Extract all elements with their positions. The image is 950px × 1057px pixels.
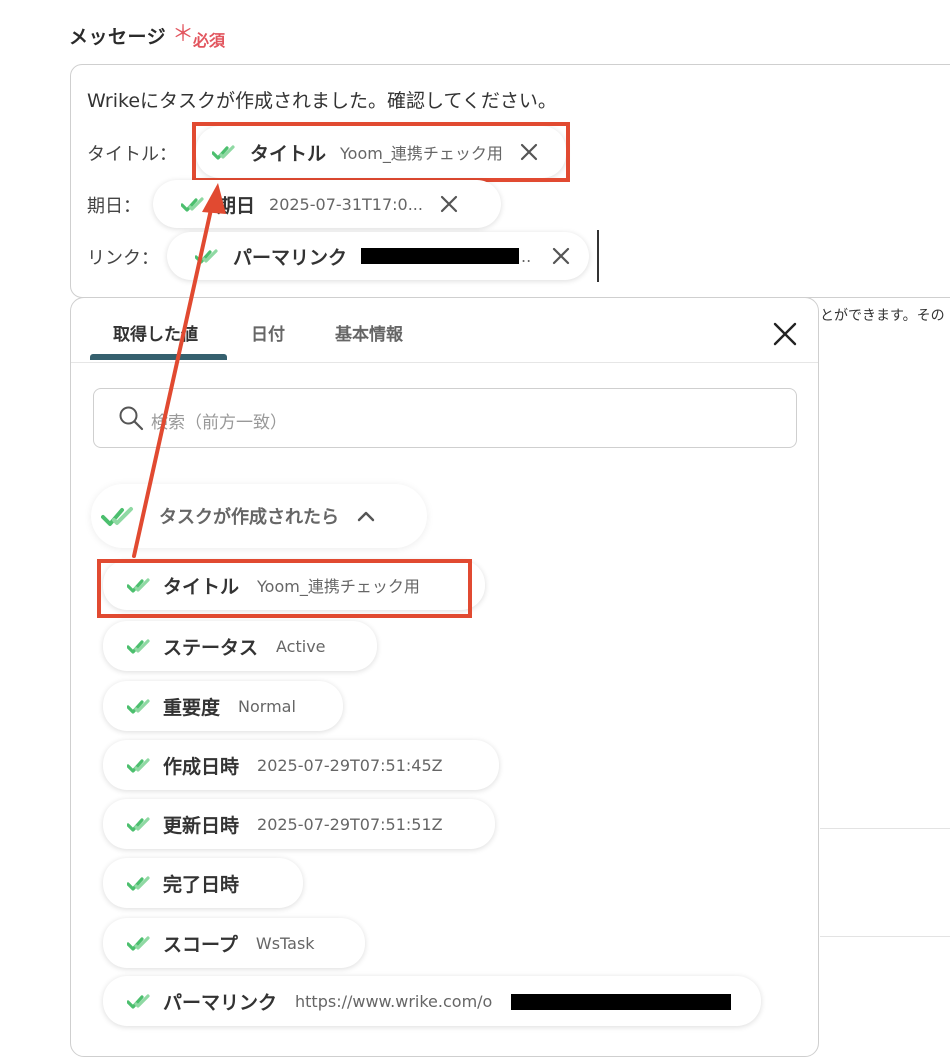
annotation-arrow xyxy=(132,183,226,558)
